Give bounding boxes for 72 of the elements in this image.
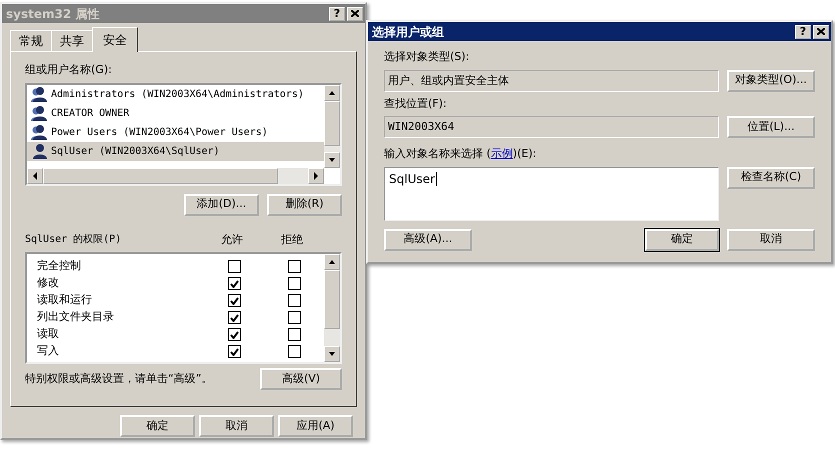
- help-button[interactable]: ?: [795, 24, 811, 38]
- window-title: system32 属性: [6, 6, 100, 22]
- users-icon: [31, 105, 48, 121]
- users-icon: [31, 124, 48, 140]
- checkbox[interactable]: [228, 328, 240, 341]
- checkbox[interactable]: [288, 345, 300, 358]
- close-icon: [351, 10, 359, 17]
- field-label: 选择对象类型(S):: [384, 49, 470, 65]
- dialog-button[interactable]: 对象类型(O)...: [727, 70, 815, 92]
- arrow-up-icon: [328, 90, 336, 96]
- checkbox[interactable]: [228, 260, 240, 273]
- dialog-button[interactable]: 取消: [199, 415, 274, 437]
- arrow-up-icon: [328, 259, 336, 265]
- user-name: CREATOR OWNER: [51, 106, 130, 120]
- scrollbar[interactable]: [27, 168, 324, 184]
- checkbox[interactable]: [228, 345, 240, 358]
- dialog-button[interactable]: 应用(A): [278, 415, 353, 437]
- scrollbar[interactable]: [324, 84, 340, 168]
- user-name: Administrators (WIN2003X64\Administrators): [51, 88, 304, 102]
- tab[interactable]: 安全: [92, 27, 138, 52]
- tab[interactable]: 常规: [10, 30, 52, 51]
- readonly-field: 用户、组或内置安全主体: [384, 70, 719, 92]
- readonly-field: WIN2003X64: [384, 116, 719, 138]
- permission-name: 读取和运行: [36, 292, 93, 308]
- example-link[interactable]: 示例: [490, 147, 513, 160]
- permission-name: 完全控制: [36, 258, 82, 274]
- checkbox[interactable]: [228, 294, 240, 307]
- permission-name: 写入: [36, 343, 60, 360]
- user-name: SqlUser (WIN2003X64\SqlUser): [51, 144, 220, 158]
- arrow-left-icon: [32, 172, 38, 180]
- close-button[interactable]: [813, 24, 829, 38]
- window-title: 选择用户或组: [372, 24, 445, 40]
- scrollbar[interactable]: [324, 254, 340, 362]
- check-names-button[interactable]: 检查名称(C): [727, 166, 815, 188]
- advanced-button[interactable]: 高级(A)...: [384, 228, 472, 250]
- user-icon: [31, 143, 48, 159]
- permission-name: 列出文件夹目录: [36, 309, 115, 326]
- checkbox[interactable]: [288, 294, 300, 307]
- checkbox[interactable]: [228, 277, 240, 290]
- user-row[interactable]: Administrators (WIN2003X64\Administrators): [27, 84, 324, 104]
- permission-name: 读取: [36, 326, 60, 342]
- names-input[interactable]: SqlUser: [384, 166, 719, 220]
- column-header: 允许: [220, 232, 244, 248]
- checkbox[interactable]: [288, 260, 300, 273]
- field-label: 组或用户名称(G):: [25, 62, 113, 78]
- ok-button[interactable]: 确定: [645, 228, 719, 250]
- user-name: Power Users (WIN2003X64\Power Users): [51, 126, 268, 140]
- checkbox[interactable]: [288, 328, 300, 341]
- field-label: 输入对象名称来选择 (示例)(E):: [384, 146, 538, 162]
- dialog-button[interactable]: 位置(L)...: [727, 116, 815, 138]
- checkbox[interactable]: [288, 277, 300, 290]
- user-row[interactable]: SqlUser (WIN2003X64\SqlUser): [27, 142, 324, 160]
- checkbox[interactable]: [228, 311, 240, 324]
- column-header: 拒绝: [280, 232, 304, 248]
- users-icon: [31, 86, 48, 102]
- remove-button[interactable]: 删除(R): [267, 194, 342, 216]
- permission-name: 修改: [36, 275, 60, 292]
- cancel-button[interactable]: 取消: [727, 228, 815, 250]
- user-row[interactable]: Power Users (WIN2003X64\Power Users): [27, 122, 324, 142]
- arrow-right-icon: [313, 172, 319, 180]
- hint-text: 特别权限或高级设置，请单击“高级”。: [25, 370, 212, 387]
- dialog-button[interactable]: 确定: [120, 415, 195, 437]
- field-label: SqlUser 的权限(P): [25, 232, 122, 248]
- field-label: 查找位置(F):: [384, 96, 448, 112]
- arrow-down-icon: [328, 351, 336, 357]
- checkbox[interactable]: [288, 311, 300, 324]
- tab[interactable]: 共享: [51, 30, 93, 51]
- advanced-button[interactable]: 高级(V): [260, 368, 342, 390]
- user-row[interactable]: CREATOR OWNER: [27, 104, 324, 122]
- close-icon: [817, 28, 825, 35]
- add-button[interactable]: 添加(D)...: [184, 194, 259, 216]
- arrow-down-icon: [328, 156, 336, 162]
